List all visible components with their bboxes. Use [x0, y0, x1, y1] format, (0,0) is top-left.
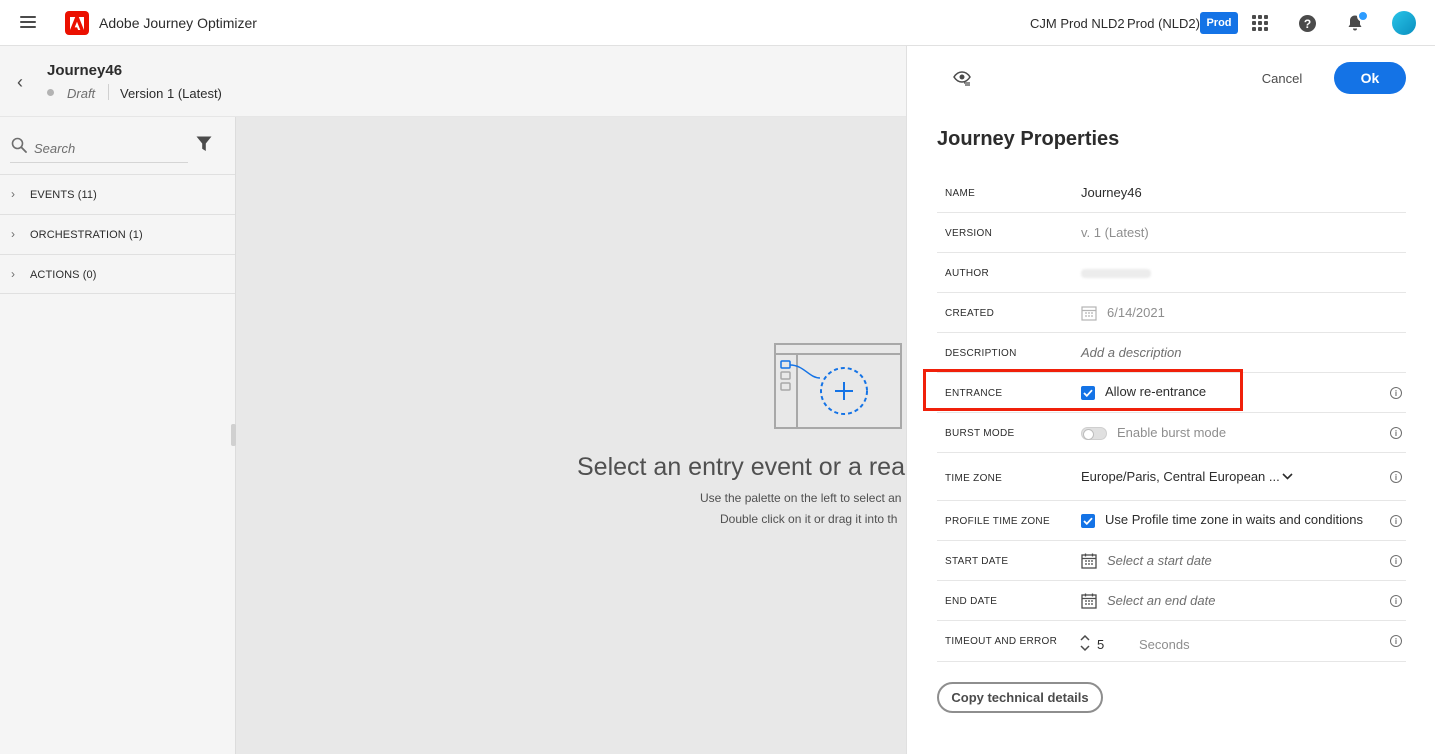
top-bar: Adobe Journey Optimizer CJM Prod NLD2 Pr… — [0, 0, 1435, 46]
chevron-right-icon: › — [11, 267, 15, 281]
environment-badge: Prod — [1200, 12, 1238, 34]
property-label: START DATE — [945, 556, 1009, 567]
time-zone-select[interactable]: Europe/Paris, Central European ... — [1081, 469, 1280, 484]
search-icon — [11, 137, 27, 153]
journey-version[interactable]: Version 1 (Latest) — [120, 86, 222, 101]
property-row-created: CREATED 6/14/2021 — [937, 293, 1406, 333]
section-label: EVENTS (11) — [30, 189, 97, 201]
calendar-icon — [1081, 306, 1097, 321]
visibility-icon[interactable] — [952, 68, 972, 88]
timeout-value[interactable]: 5 — [1097, 637, 1104, 652]
property-row-description: DESCRIPTION Add a description — [937, 333, 1406, 373]
property-row-version: VERSION v. 1 (Latest) — [937, 213, 1406, 253]
end-date-input[interactable]: Select an end date — [1107, 593, 1215, 608]
palette-section-actions[interactable]: › ACTIONS (0) — [0, 254, 235, 294]
stepper-icon[interactable] — [1079, 633, 1091, 653]
app-switcher-icon[interactable] — [1252, 15, 1268, 31]
burst-mode-toggle[interactable] — [1081, 427, 1107, 440]
hamburger-menu-icon[interactable] — [20, 16, 36, 30]
property-row-start-date: START DATE Select a start date i — [937, 541, 1406, 581]
property-label: TIME ZONE — [945, 473, 1003, 484]
property-label: DESCRIPTION — [945, 348, 1017, 359]
property-row-timeout: TIMEOUT AND ERROR 5 Seconds i — [937, 621, 1406, 662]
sandbox-switcher[interactable]: Prod (NLD2) — [1127, 16, 1200, 31]
help-icon[interactable]: ? — [1299, 15, 1316, 32]
chevron-right-icon: › — [11, 187, 15, 201]
copy-technical-details-button[interactable]: Copy technical details — [937, 682, 1103, 713]
created-date: 6/14/2021 — [1107, 305, 1165, 320]
property-row-end-date: END DATE Select an end date i — [937, 581, 1406, 621]
filter-icon[interactable] — [196, 136, 212, 152]
property-label: CREATED — [945, 308, 995, 319]
profile-time-zone-label[interactable]: Use Profile time zone in waits and condi… — [1105, 512, 1363, 527]
description-input[interactable]: Add a description — [1081, 345, 1181, 360]
timeout-unit: Seconds — [1139, 637, 1190, 652]
property-label: BURST MODE — [945, 428, 1015, 439]
canvas-hint: Double click on it or drag it into th — [720, 512, 898, 526]
chevron-down-icon[interactable] — [1282, 469, 1293, 483]
ok-button[interactable]: Ok — [1334, 62, 1406, 94]
property-row-name: NAME Journey46 — [937, 173, 1406, 213]
journey-name-field[interactable]: Journey46 — [1081, 185, 1142, 200]
property-row-time-zone: TIME ZONE Europe/Paris, Central European… — [937, 453, 1406, 501]
author-blurred — [1081, 269, 1151, 278]
panel-title: Journey Properties — [937, 128, 1120, 150]
notification-badge — [1357, 10, 1369, 22]
property-label: TIMEOUT AND ERROR — [945, 636, 1058, 647]
status-divider — [108, 84, 109, 100]
journey-canvas[interactable]: Select an entry event or a reac Use the … — [236, 117, 906, 754]
property-row-burst-mode: BURST MODE Enable burst mode i — [937, 413, 1406, 453]
section-label: ACTIONS (0) — [30, 269, 97, 281]
calendar-icon[interactable] — [1081, 553, 1097, 569]
calendar-icon[interactable] — [1081, 593, 1097, 609]
palette-section-events[interactable]: › EVENTS (11) — [0, 174, 235, 214]
journey-name: Journey46 — [47, 62, 123, 79]
add-entry-illustration — [774, 343, 902, 429]
property-row-entrance: ENTRANCE Allow re-entrance i — [937, 373, 1406, 413]
profile-time-zone-checkbox[interactable] — [1081, 514, 1095, 528]
section-label: ORCHESTRATION (1) — [30, 229, 143, 241]
search-input[interactable] — [34, 138, 184, 158]
canvas-hint: Use the palette on the left to select an — [700, 491, 902, 505]
property-label: NAME — [945, 188, 976, 199]
allow-reentrance-checkbox[interactable] — [1081, 386, 1095, 400]
property-row-author: AUTHOR — [937, 253, 1406, 293]
info-icon[interactable]: i — [1390, 555, 1402, 567]
start-date-input[interactable]: Select a start date — [1107, 553, 1212, 568]
info-icon[interactable]: i — [1390, 427, 1402, 439]
property-label: AUTHOR — [945, 268, 990, 279]
journey-properties-panel: Cancel Ok Journey Properties NAME Journe… — [906, 46, 1435, 754]
status-dot-icon — [47, 89, 54, 96]
adobe-logo[interactable] — [65, 11, 89, 35]
journey-header: ‹ Journey46 Draft Version 1 (Latest) — [0, 46, 906, 117]
user-avatar[interactable] — [1392, 11, 1416, 35]
org-switcher[interactable]: CJM Prod NLD2 — [1030, 16, 1125, 31]
property-row-profile-time-zone: PROFILE TIME ZONE Use Profile time zone … — [937, 501, 1406, 541]
version-value: v. 1 (Latest) — [1081, 225, 1149, 240]
burst-mode-label[interactable]: Enable burst mode — [1117, 425, 1226, 440]
canvas-empty-title: Select an entry event or a reac — [577, 453, 906, 481]
allow-reentrance-label[interactable]: Allow re-entrance — [1105, 384, 1206, 399]
chevron-right-icon: › — [11, 227, 15, 241]
app-title: Adobe Journey Optimizer — [99, 15, 257, 31]
cancel-button[interactable]: Cancel — [1247, 63, 1317, 93]
property-label: ENTRANCE — [945, 388, 1003, 399]
activity-palette: › EVENTS (11) › ORCHESTRATION (1) › ACTI… — [0, 117, 236, 754]
palette-section-orchestration[interactable]: › ORCHESTRATION (1) — [0, 214, 235, 254]
info-icon[interactable]: i — [1390, 471, 1402, 483]
property-label: VERSION — [945, 228, 993, 239]
property-label: END DATE — [945, 596, 998, 607]
palette-search — [10, 133, 188, 163]
info-icon[interactable]: i — [1390, 635, 1402, 647]
info-icon[interactable]: i — [1390, 595, 1402, 607]
journey-status: Draft — [67, 86, 96, 101]
info-icon[interactable]: i — [1390, 515, 1402, 527]
info-icon[interactable]: i — [1390, 387, 1402, 399]
property-label: PROFILE TIME ZONE — [945, 516, 1050, 527]
back-chevron-icon[interactable]: ‹ — [17, 73, 23, 91]
